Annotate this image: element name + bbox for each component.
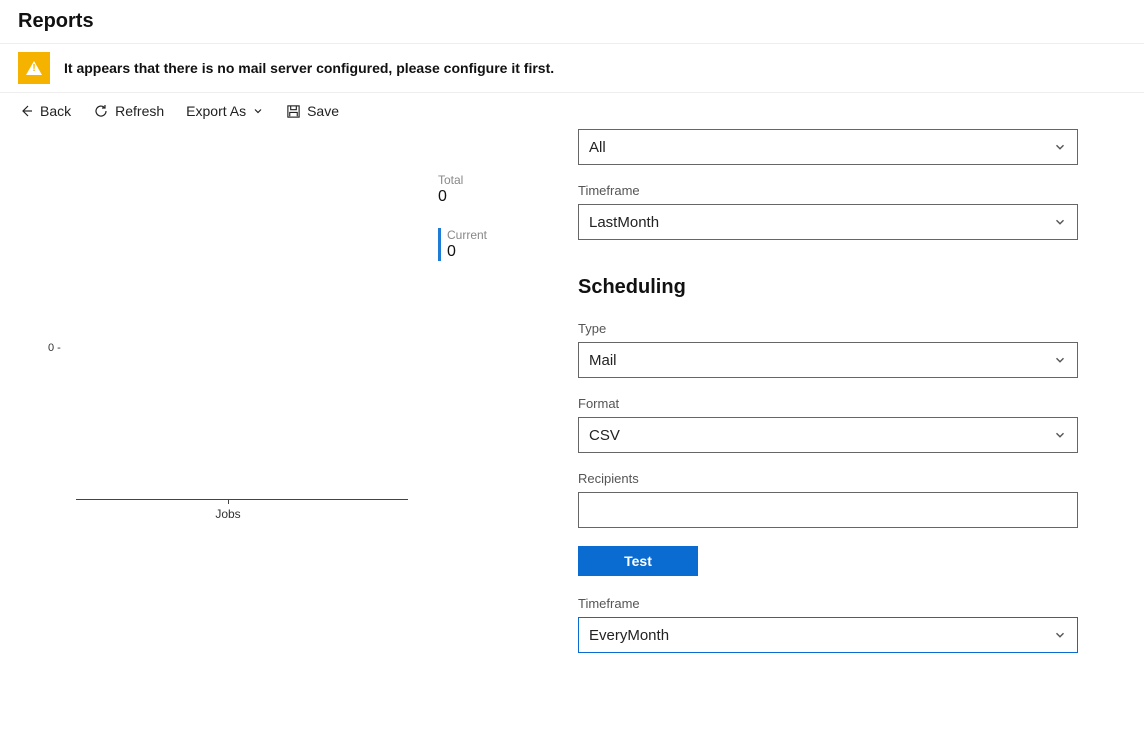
sched-timeframe-select[interactable]: EveryMonth — [578, 617, 1078, 653]
metric-current: Current 0 — [438, 228, 487, 261]
chevron-down-icon — [1053, 215, 1067, 229]
metric-current-label: Current — [447, 228, 487, 242]
warning-icon — [18, 52, 50, 84]
warning-bar: It appears that there is no mail server … — [0, 44, 1144, 93]
chart-x-axis — [76, 499, 408, 500]
format-select[interactable]: CSV — [578, 417, 1078, 453]
timeframe-label: Timeframe — [578, 183, 1078, 198]
chevron-down-icon — [1053, 353, 1067, 367]
refresh-label: Refresh — [115, 103, 164, 119]
sched-timeframe-label: Timeframe — [578, 596, 1078, 611]
export-as-label: Export As — [186, 103, 246, 119]
chart-x-tick — [228, 499, 229, 504]
format-label: Format — [578, 396, 1078, 411]
metric-total: Total 0 — [438, 173, 487, 206]
metric-current-value: 0 — [447, 243, 487, 261]
refresh-icon — [93, 103, 109, 119]
jobs-chart: 0 - Jobs — [48, 329, 408, 509]
recipients-input[interactable] — [578, 492, 1078, 528]
chevron-down-icon — [1053, 628, 1067, 642]
scope-select[interactable]: All — [578, 129, 1078, 165]
metric-total-value: 0 — [438, 188, 487, 206]
type-label: Type — [578, 321, 1078, 336]
save-button[interactable]: Save — [286, 103, 339, 119]
arrow-left-icon — [18, 103, 34, 119]
metric-total-label: Total — [438, 173, 487, 187]
format-select-value: CSV — [589, 427, 620, 444]
metrics-panel: Total 0 Current 0 — [438, 173, 487, 261]
page-title: Reports — [18, 10, 1126, 33]
scheduling-heading: Scheduling — [578, 276, 1078, 299]
scope-select-value: All — [589, 139, 606, 156]
timeframe-select-value: LastMonth — [589, 214, 659, 231]
chart-x-label: Jobs — [48, 507, 408, 521]
sched-timeframe-value: EveryMonth — [589, 627, 669, 644]
save-label: Save — [307, 103, 339, 119]
chevron-down-icon — [252, 105, 264, 117]
type-select[interactable]: Mail — [578, 342, 1078, 378]
back-label: Back — [40, 103, 71, 119]
save-icon — [286, 104, 301, 119]
chevron-down-icon — [1053, 140, 1067, 154]
export-as-button[interactable]: Export As — [186, 103, 264, 119]
timeframe-select[interactable]: LastMonth — [578, 204, 1078, 240]
chart-y-tick-0: 0 - — [48, 342, 61, 354]
chevron-down-icon — [1053, 428, 1067, 442]
type-select-value: Mail — [589, 352, 617, 369]
refresh-button[interactable]: Refresh — [93, 103, 164, 119]
recipients-label: Recipients — [578, 471, 1078, 486]
warning-text: It appears that there is no mail server … — [64, 60, 554, 76]
back-button[interactable]: Back — [18, 103, 71, 119]
toolbar: Back Refresh Export As Save — [0, 93, 1144, 129]
test-button[interactable]: Test — [578, 546, 698, 576]
